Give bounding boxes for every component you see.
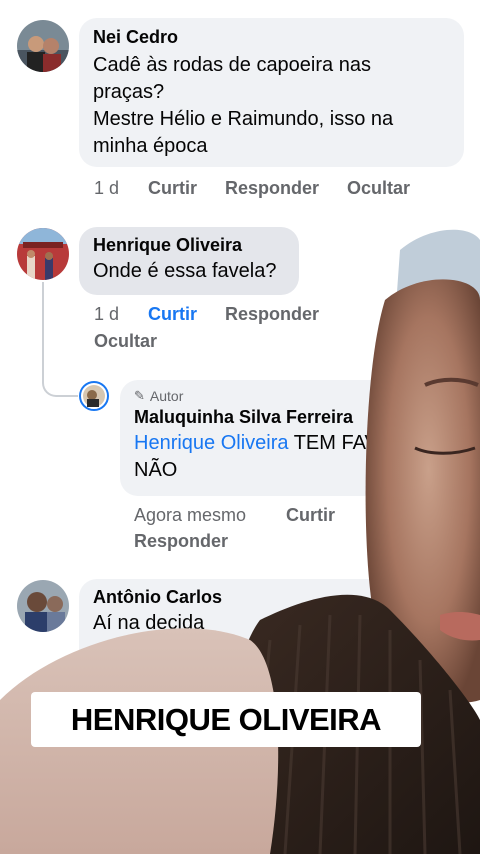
comment-author[interactable]: Maluquinha Silva Ferreira — [134, 407, 426, 428]
reply-button[interactable]: Responder — [225, 178, 319, 199]
avatar-nei-cedro[interactable] — [17, 20, 69, 72]
avatar-henrique-oliveira[interactable] — [17, 228, 69, 280]
reply-text: Henrique Oliveira TEM FAV NÃO — [134, 430, 426, 484]
avatar-antonio-carlos[interactable] — [17, 580, 69, 632]
like-button[interactable]: Curtir — [148, 304, 197, 325]
comment-bubble-henrique-oliveira[interactable]: Henrique Oliveira Onde é essa favela? — [79, 227, 299, 295]
like-button[interactable]: Curtir — [286, 505, 335, 526]
reaction-count[interactable]: 2 — [404, 304, 414, 325]
reply-text-line1: TEM FAV — [288, 432, 378, 454]
reply-button[interactable]: Responder — [134, 531, 228, 552]
comment-author[interactable]: Henrique Oliveira — [93, 235, 285, 256]
reply-bubble-maluquinha[interactable]: ✎ Autor Maluquinha Silva Ferreira Henriq… — [120, 380, 440, 496]
author-badge-label: Autor — [149, 388, 184, 404]
comment-time: Agora mesmo — [134, 505, 247, 525]
video-caption: HENRIQUE OLIVEIRA — [31, 692, 421, 747]
hide-button[interactable]: Ocultar — [347, 178, 410, 199]
reply-button[interactable]: Responder — [225, 304, 319, 325]
hide-button[interactable]: Ocultar — [94, 331, 157, 352]
comment-time: 1 d — [94, 178, 120, 198]
mention-link[interactable]: Henrique Oliveira — [134, 432, 289, 454]
comment-text-line2: a muito — [93, 639, 159, 661]
comment-text-line1: Aí na decida — [93, 612, 205, 634]
comment-bubble-antonio-carlos[interactable]: Antônio Carlos Aí na decida a muito — [79, 579, 464, 669]
like-button[interactable]: Curtir — [148, 178, 197, 199]
author-badge: ✎ Autor — [134, 388, 426, 404]
comment-text: Onde é essa favela? — [93, 260, 277, 282]
comment-text: Cadê às rodas de capoeira nas praças? Me… — [93, 54, 394, 157]
avatar-maluquinha[interactable] — [79, 381, 109, 411]
comment-author[interactable]: Nei Cedro — [93, 27, 450, 48]
comment-author[interactable]: Antônio Carlos — [93, 587, 450, 608]
reply-thread-line — [42, 282, 78, 397]
comment-time: 1 d — [94, 304, 120, 324]
pencil-icon: ✎ — [134, 388, 145, 403]
reply-text-line2: NÃO — [134, 459, 178, 481]
comment-bubble-nei-cedro[interactable]: Nei Cedro Cadê às rodas de capoeira nas … — [79, 18, 464, 167]
